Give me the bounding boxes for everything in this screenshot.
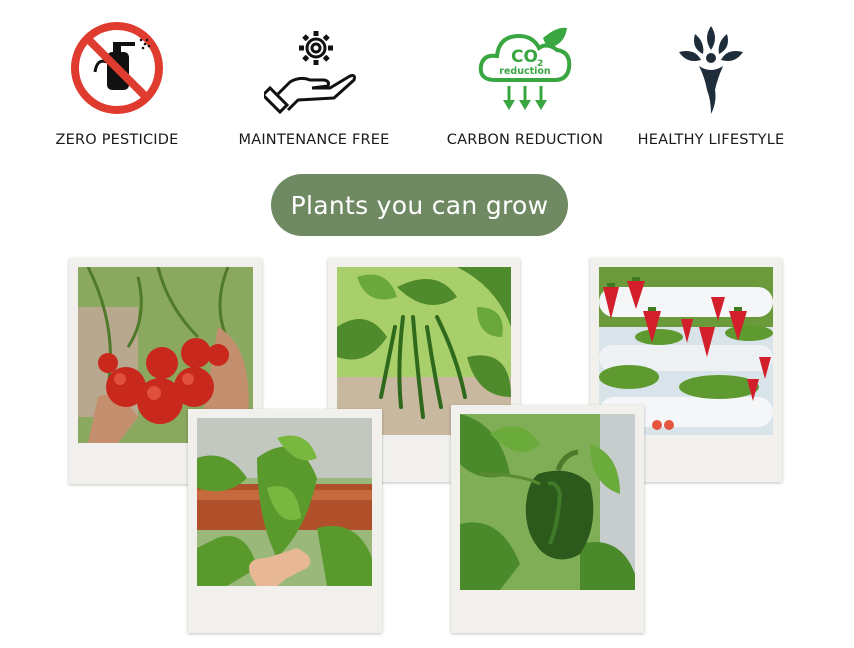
photo-card-bell-pepper — [451, 405, 644, 633]
svg-text:reduction: reduction — [499, 66, 551, 77]
feature-zero-pesticide: ZERO PESTICIDE — [17, 18, 217, 148]
co2-cloud-icon: CO 2 reduction — [478, 27, 572, 110]
feature-maintenance-free: MAINTENANCE FREE — [214, 18, 414, 148]
feature-label: ZERO PESTICIDE — [55, 132, 179, 148]
hand-gear-icon — [264, 31, 356, 115]
leaf-person-icon — [679, 26, 743, 114]
plants-heading: Plants you can grow — [271, 174, 568, 236]
feature-carbon-reduction: CO 2 reduction CARBON REDUCTION — [425, 18, 625, 148]
feature-label: MAINTENANCE FREE — [238, 132, 390, 148]
svg-text:CO: CO — [511, 47, 538, 67]
bell-pepper-photo — [460, 414, 635, 590]
no-pesticide-icon — [71, 22, 163, 114]
feature-label: CARBON REDUCTION — [446, 132, 604, 148]
feature-label: HEALTHY LIFESTYLE — [637, 132, 785, 148]
spinach-photo — [197, 418, 372, 586]
feature-healthy-lifestyle: HEALTHY LIFESTYLE — [611, 18, 811, 148]
photo-card-spinach — [188, 409, 382, 633]
